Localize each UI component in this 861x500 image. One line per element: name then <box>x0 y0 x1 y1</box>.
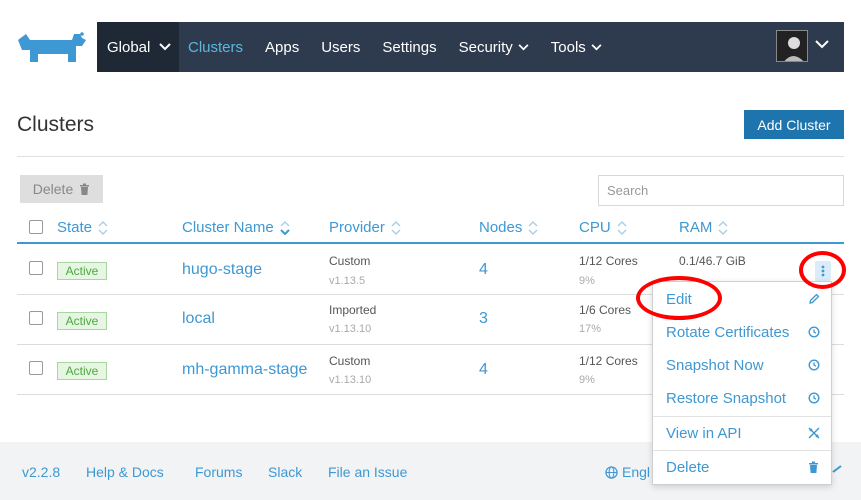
page-title: Clusters <box>17 113 95 136</box>
delete-button[interactable]: Delete <box>20 175 103 203</box>
cpu-percent: 9% <box>579 374 595 386</box>
slack-link[interactable]: Slack <box>268 464 302 480</box>
column-header-label: Provider <box>329 219 385 236</box>
menu-item-label: Rotate Certificates <box>666 324 790 341</box>
title-divider <box>17 156 844 157</box>
trash-icon <box>809 461 818 473</box>
column-header-cpu[interactable]: CPU <box>579 219 627 236</box>
cluster-name-link[interactable]: mh-gamma-stage <box>182 361 307 379</box>
provider-text: Imported <box>329 303 377 317</box>
menu-item-delete[interactable]: Delete <box>653 451 831 484</box>
global-label: Global <box>107 38 151 56</box>
pencil-icon <box>809 293 820 304</box>
kubernetes-version: v1.13.10 <box>329 323 372 335</box>
column-header-provider[interactable]: Provider <box>329 219 401 236</box>
row-checkbox[interactable] <box>29 261 43 275</box>
kubernetes-version: v1.13.5 <box>329 275 366 287</box>
cpu-percent: 17% <box>579 323 602 335</box>
language-label: Engl <box>622 464 651 480</box>
nodes-count-link[interactable]: 4 <box>479 261 488 279</box>
ram-usage: 0.1/46.7 GiB <box>679 254 746 268</box>
user-avatar[interactable] <box>776 30 808 62</box>
column-header-label: State <box>57 219 93 236</box>
nav-tools[interactable]: Tools <box>551 39 602 56</box>
nav-tools-label: Tools <box>550 38 586 56</box>
language-chevron-icon <box>832 465 842 473</box>
chevron-down-icon <box>518 43 529 50</box>
column-header-label: Cluster Name <box>182 219 274 236</box>
language-selector[interactable]: Engl <box>605 464 650 480</box>
nodes-count-link[interactable]: 3 <box>479 310 488 328</box>
annotation-circle <box>636 276 722 320</box>
search-input[interactable] <box>598 175 844 206</box>
provider-text: Custom <box>329 354 371 368</box>
chevron-down-icon <box>159 43 172 51</box>
version-link[interactable]: v2.2.8 <box>22 464 60 480</box>
cpu-percent: 9% <box>579 275 595 287</box>
history-icon <box>808 326 820 338</box>
top-navbar: Global Clusters Apps Users Settings Secu… <box>97 22 844 72</box>
cluster-name-link[interactable]: local <box>182 310 215 328</box>
history-icon <box>808 392 820 404</box>
row-checkbox[interactable] <box>29 361 43 375</box>
sort-icon <box>718 220 728 235</box>
avatar-image <box>777 31 807 61</box>
menu-item-snapshot-now[interactable]: Snapshot Now <box>653 349 831 382</box>
menu-item-label: Delete <box>666 459 710 476</box>
menu-item-restore-snapshot[interactable]: Restore Snapshot <box>653 382 831 415</box>
status-badge: Active <box>57 262 107 280</box>
column-header-ram[interactable]: RAM <box>679 219 728 236</box>
forums-link[interactable]: Forums <box>195 464 242 480</box>
menu-item-rotate-certificates[interactable]: Rotate Certificates <box>653 316 831 349</box>
nav-settings[interactable]: Settings <box>382 39 436 56</box>
sort-descending-icon <box>279 220 290 235</box>
nodes-count-link[interactable]: 4 <box>479 361 488 379</box>
rancher-clusters-page: Global Clusters Apps Users Settings Secu… <box>0 0 861 500</box>
sort-icon <box>528 220 538 235</box>
provider-text: Custom <box>329 254 371 268</box>
globe-icon <box>605 465 618 479</box>
annotation-circle <box>799 251 846 289</box>
file-issue-link[interactable]: File an Issue <box>328 464 407 480</box>
chevron-down-icon <box>591 43 602 50</box>
menu-item-label: Snapshot Now <box>666 357 764 374</box>
add-cluster-button[interactable]: Add Cluster <box>744 110 844 139</box>
row-checkbox[interactable] <box>29 311 43 325</box>
menu-item-view-in-api[interactable]: View in API <box>653 417 831 450</box>
rancher-logo-icon[interactable] <box>16 30 86 66</box>
nav-users[interactable]: Users <box>321 39 360 56</box>
nav-clusters[interactable]: Clusters <box>188 39 243 56</box>
table-header: State Cluster Name Provider Nodes CPU RA… <box>17 212 844 244</box>
user-menu-chevron-icon[interactable] <box>815 40 829 49</box>
trash-icon <box>80 183 90 195</box>
nav-security[interactable]: Security <box>459 39 529 56</box>
history-icon <box>808 359 820 371</box>
column-header-cluster-name[interactable]: Cluster Name <box>182 219 290 236</box>
delete-button-label: Delete <box>32 181 74 197</box>
column-header-label: RAM <box>679 219 713 236</box>
status-badge: Active <box>57 312 107 330</box>
select-all-checkbox[interactable] <box>29 220 43 234</box>
nav-apps[interactable]: Apps <box>265 39 299 56</box>
column-header-label: CPU <box>579 219 611 236</box>
sort-icon <box>98 220 108 235</box>
menu-item-label: Restore Snapshot <box>666 390 787 407</box>
column-header-state[interactable]: State <box>57 219 108 236</box>
cpu-usage: 1/12 Cores <box>579 254 638 268</box>
global-scope-dropdown[interactable]: Global <box>97 22 179 72</box>
api-icon <box>808 427 820 439</box>
column-header-nodes[interactable]: Nodes <box>479 219 538 236</box>
nav-security-label: Security <box>458 38 513 56</box>
kubernetes-version: v1.13.10 <box>329 374 372 386</box>
menu-item-label: View in API <box>666 425 742 442</box>
cpu-usage: 1/6 Cores <box>579 303 632 317</box>
cluster-name-link[interactable]: hugo-stage <box>182 261 262 279</box>
sort-icon <box>617 220 627 235</box>
column-header-label: Nodes <box>479 219 523 236</box>
sort-icon <box>391 220 401 235</box>
status-badge: Active <box>57 362 107 380</box>
help-docs-link[interactable]: Help & Docs <box>86 464 164 480</box>
cpu-usage: 1/12 Cores <box>579 354 638 368</box>
